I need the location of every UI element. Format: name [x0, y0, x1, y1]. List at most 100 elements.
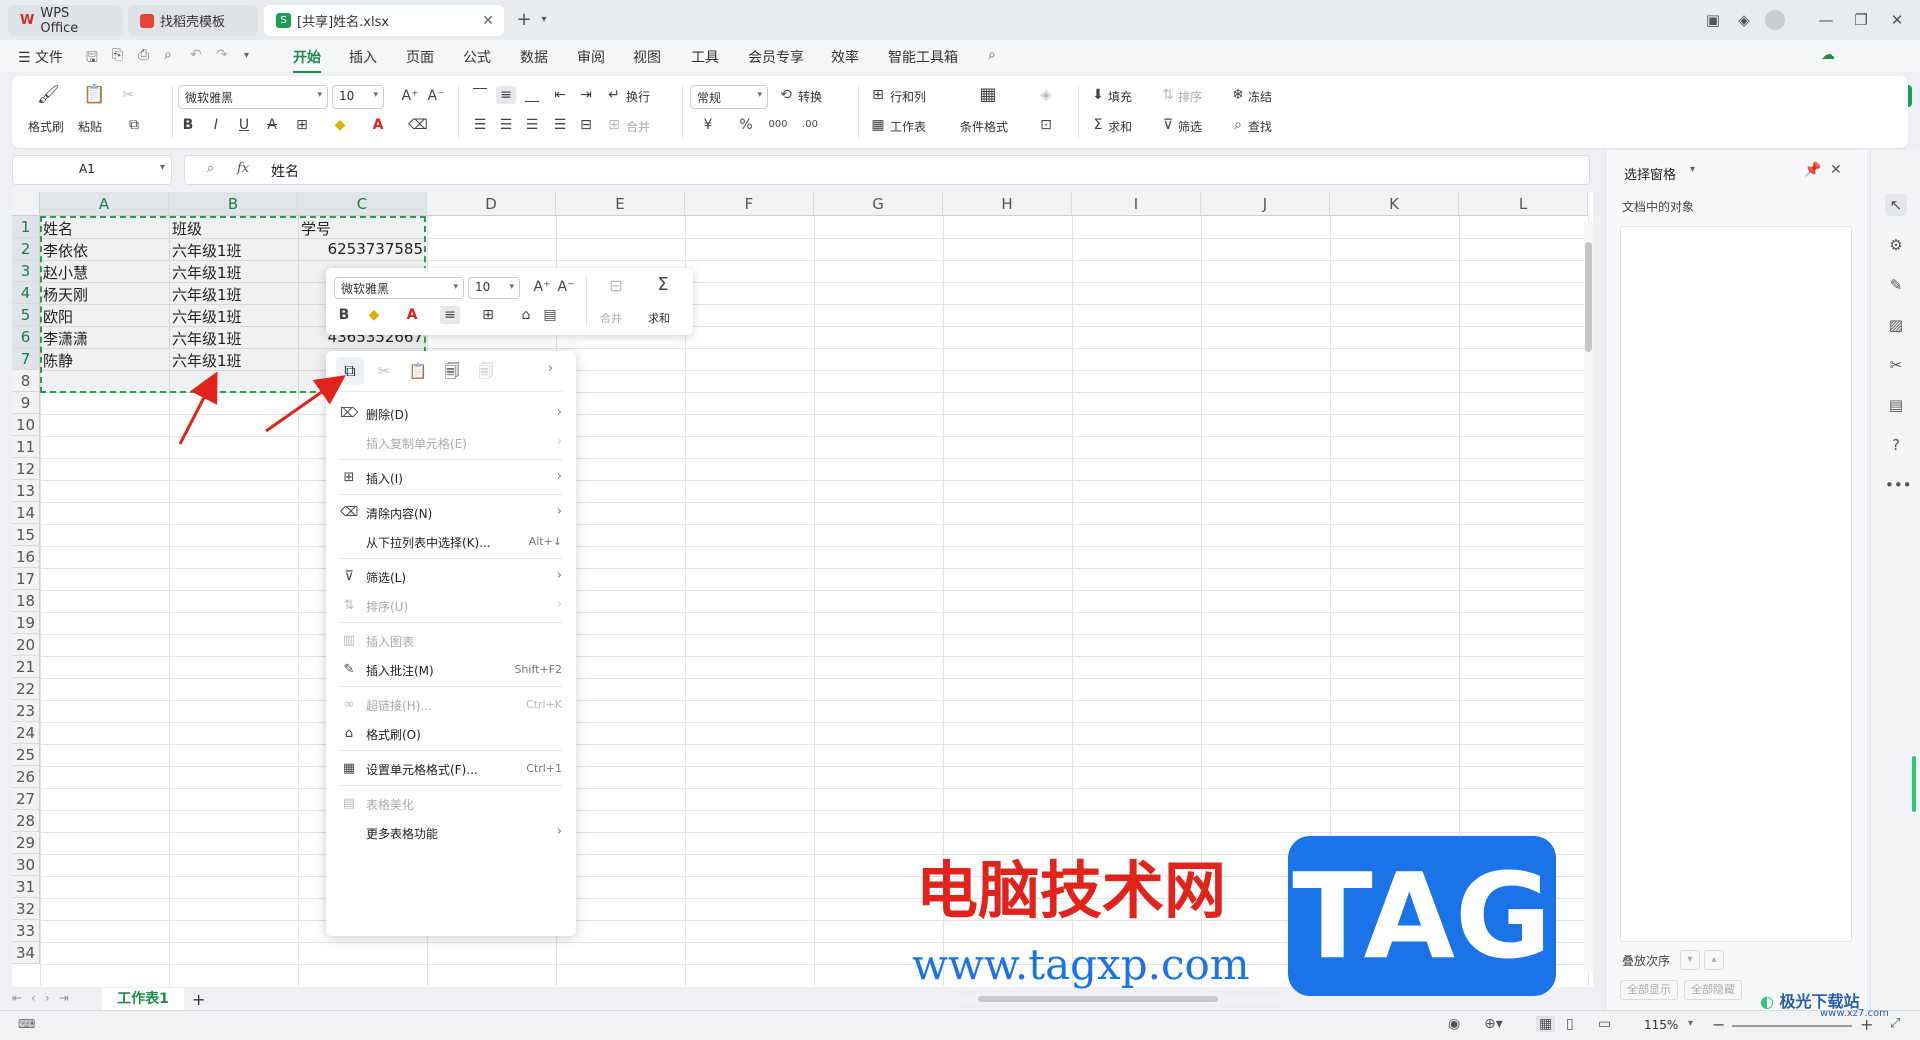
fill-label[interactable]: 填充: [1108, 88, 1132, 105]
mini-font-select[interactable]: 微软雅黑 ▾: [334, 277, 464, 299]
menu-item-9[interactable]: ∞ 超链接(H)... Ctrl+K: [326, 690, 576, 720]
image-edit-icon[interactable]: ▨: [1885, 314, 1907, 336]
paste-more-arrow-icon[interactable]: ›: [548, 361, 553, 376]
menu-item-0[interactable]: ⌦ 删除(D) ›: [326, 399, 576, 429]
mini-sum-label[interactable]: 求和: [648, 310, 670, 326]
thousands-icon[interactable]: 000: [768, 116, 788, 134]
macro-icon[interactable]: ⌨: [18, 1017, 35, 1031]
menu-formula[interactable]: 公式: [463, 47, 491, 67]
mini-merge-label[interactable]: 合并: [600, 310, 622, 326]
tab-docer[interactable]: 找稻壳模板: [128, 5, 258, 36]
strikethrough-icon[interactable]: A: [262, 116, 282, 134]
align-right-icon[interactable]: ☰: [522, 116, 542, 134]
convert-icon[interactable]: ⟲: [776, 86, 796, 104]
wrap-icon[interactable]: ↵: [604, 86, 624, 104]
cell-style-icon[interactable]: ◈: [1036, 86, 1056, 104]
decimal-icon[interactable]: .00: [800, 116, 820, 134]
close-pane-icon[interactable]: ✕: [1830, 162, 1842, 178]
objects-list[interactable]: [1620, 226, 1852, 942]
tab-spreadsheet[interactable]: S [共享]姓名.xlsx ✕: [264, 5, 504, 36]
sort-label[interactable]: 排序: [1178, 88, 1202, 105]
align-bottom-icon[interactable]: ⎽: [522, 86, 542, 104]
page-layout-icon[interactable]: ▯: [1566, 1016, 1574, 1032]
row-header-15[interactable]: 15: [12, 524, 40, 546]
cloud-sync-icon[interactable]: ☁: [1821, 47, 1835, 63]
horizontal-scrollbar[interactable]: [960, 995, 1280, 1003]
underline-icon[interactable]: U: [234, 116, 254, 134]
paste-icon[interactable]: 📋: [404, 357, 432, 385]
help-icon[interactable]: ?: [1885, 434, 1907, 456]
align-center-icon[interactable]: ☰: [496, 116, 516, 134]
row-header-34[interactable]: 34: [12, 942, 40, 964]
row-header-26[interactable]: 26: [12, 766, 40, 788]
sheet-nav-icon[interactable]: ⇤‹›⇥: [12, 991, 78, 1005]
row-col-label[interactable]: 行和列: [890, 88, 926, 105]
print-preview-icon[interactable]: ⌕: [164, 47, 172, 63]
menu-item-6[interactable]: ⇅ 排序(U) ›: [326, 591, 576, 621]
cell-a5[interactable]: 欧阳: [40, 306, 169, 326]
vertical-scrollbar[interactable]: [1584, 222, 1593, 972]
row-header-1[interactable]: 1: [12, 216, 40, 238]
book-icon[interactable]: ▤: [1885, 394, 1907, 416]
undo-icon[interactable]: ↶: [190, 47, 202, 63]
row-header-2[interactable]: 2: [12, 238, 40, 260]
outdent-icon[interactable]: ⇤: [550, 86, 570, 104]
row-header-25[interactable]: 25: [12, 744, 40, 766]
bold-icon[interactable]: B: [178, 116, 198, 134]
search-icon[interactable]: ⌕: [988, 47, 996, 63]
menu-data[interactable]: 数据: [520, 47, 548, 67]
move-up-icon[interactable]: ▴: [1704, 950, 1724, 970]
font-family-select[interactable]: 微软雅黑 ▾: [178, 85, 328, 109]
mini-decrease-font-icon[interactable]: A⁻: [556, 278, 576, 296]
comment-icon[interactable]: ✎: [1885, 274, 1907, 296]
menu-item-3[interactable]: ⌫ 清除内容(N) ›: [326, 498, 576, 528]
menu-efficiency[interactable]: 效率: [831, 47, 859, 67]
hide-all-button[interactable]: 全部隐藏: [1684, 980, 1742, 1000]
menu-smart-toolbox[interactable]: 智能工具箱: [888, 47, 958, 67]
row-header-32[interactable]: 32: [12, 898, 40, 920]
close-window-icon[interactable]: ✕: [1887, 10, 1907, 30]
row-header-16[interactable]: 16: [12, 546, 40, 568]
mini-cell-format-icon[interactable]: ▤: [540, 306, 560, 324]
column-header-g[interactable]: G: [814, 192, 943, 216]
column-header-j[interactable]: J: [1201, 192, 1330, 216]
cut-icon[interactable]: ✂: [118, 86, 138, 104]
justify-icon[interactable]: ☰: [550, 116, 570, 134]
layout-icon[interactable]: ▣: [1703, 10, 1723, 30]
row-header-24[interactable]: 24: [12, 722, 40, 744]
paste-label[interactable]: 粘贴: [78, 118, 102, 135]
row-header-18[interactable]: 18: [12, 590, 40, 612]
column-header-k[interactable]: K: [1330, 192, 1459, 216]
menu-item-7[interactable]: ▥ 插入图表: [326, 626, 576, 656]
paste-format-icon[interactable]: 🗐: [472, 357, 500, 385]
column-header-a[interactable]: A: [40, 192, 169, 216]
format-painter-label[interactable]: 格式刷: [28, 118, 64, 135]
row-header-5[interactable]: 5: [12, 304, 40, 326]
menu-tools[interactable]: 工具: [691, 47, 719, 67]
merge-label[interactable]: 合并: [626, 118, 650, 135]
fx-icon[interactable]: fx: [237, 161, 249, 176]
settings-sliders-icon[interactable]: ⚙: [1885, 234, 1907, 256]
cell-border-icon[interactable]: ⊡: [1036, 116, 1056, 134]
row-header-31[interactable]: 31: [12, 876, 40, 898]
horizontal-scrollbar-thumb[interactable]: [978, 996, 1218, 1002]
cell-b1[interactable]: 班级: [169, 218, 298, 238]
row-header-4[interactable]: 4: [12, 282, 40, 304]
row-header-3[interactable]: 3: [12, 260, 40, 282]
zoom-out-icon[interactable]: −: [1712, 1015, 1725, 1034]
save-icon[interactable]: 🖫: [86, 47, 98, 71]
indent-icon[interactable]: ⇥: [576, 86, 596, 104]
filter-label[interactable]: 筛选: [1178, 118, 1202, 135]
row-header-27[interactable]: 27: [12, 788, 40, 810]
paste-values-icon[interactable]: 🗐: [438, 357, 466, 385]
paste-icon[interactable]: 📋: [83, 86, 105, 104]
select-pointer-icon[interactable]: ↖: [1885, 194, 1907, 216]
conditional-format-icon[interactable]: ▦: [978, 86, 998, 104]
menu-item-8[interactable]: ✎ 插入批注(M) Shift+F2: [326, 655, 576, 685]
row-header-6[interactable]: 6: [12, 326, 40, 348]
sum-icon[interactable]: Σ: [1088, 116, 1108, 134]
border-icon[interactable]: ⊞: [292, 116, 312, 134]
avatar[interactable]: [1765, 10, 1785, 30]
menu-member[interactable]: 会员专享: [748, 47, 804, 67]
select-all-corner[interactable]: [12, 192, 40, 216]
